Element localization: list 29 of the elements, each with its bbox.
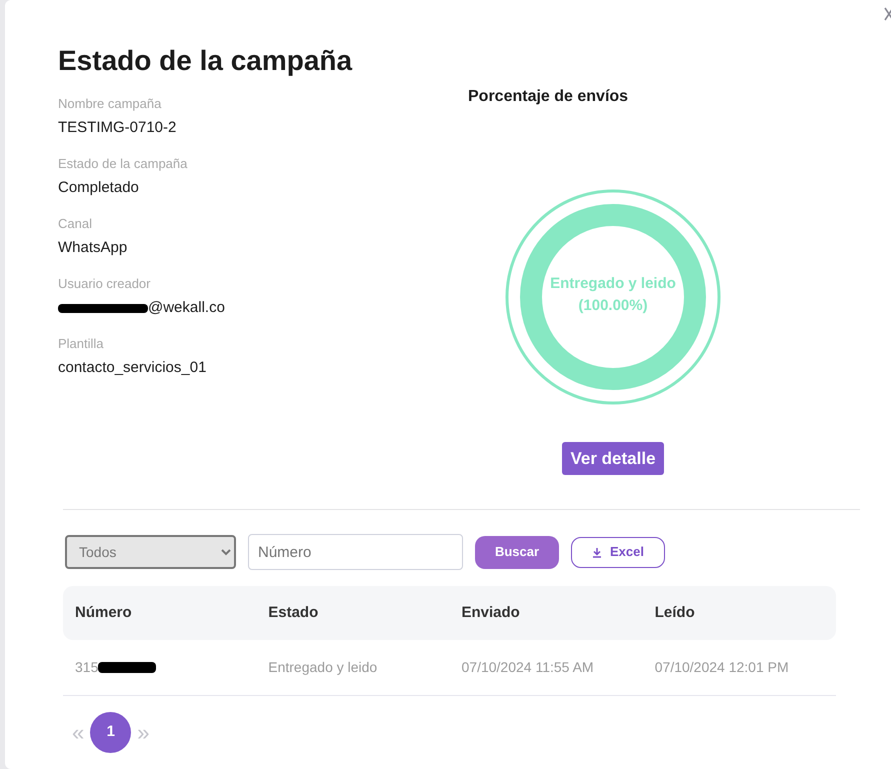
chart-title: Porcentaje de envíos [468, 86, 628, 107]
modal-title: Estado de la campaña [58, 44, 354, 78]
table-cell-text: 07/10/2024 12:01 PM [654, 658, 789, 678]
column-header: Estado [268, 604, 318, 622]
search-button[interactable]: Buscar [475, 536, 559, 569]
table-cell-text: 315 [75, 658, 98, 678]
filter-select[interactable]: Todos [65, 535, 236, 570]
field-label: Nombre campaña [58, 94, 162, 113]
search-field[interactable]: Número [248, 534, 463, 570]
column-header: Leído [654, 604, 695, 622]
field-value: contacto_servicios_01 [58, 358, 206, 378]
table-cell-text: 07/10/2024 11:55 AM [462, 658, 594, 678]
field-label: Canal [58, 214, 93, 233]
column-header: Número [75, 604, 132, 622]
excel-button[interactable]: Excel [571, 536, 665, 568]
field-value: @wekall.co [148, 298, 225, 318]
field-label: Plantilla [58, 334, 105, 353]
field-label: Usuario creador [58, 274, 152, 293]
download-icon [592, 546, 602, 558]
field-value: WhatsApp [58, 238, 128, 258]
column-header: Enviado [462, 604, 520, 622]
field-value: TESTIMG-0710-2 [58, 118, 176, 138]
field-value: Completado [58, 178, 139, 198]
detail-button[interactable]: Ver detalle [562, 442, 664, 476]
page-button[interactable]: 1 [90, 712, 132, 754]
chart-center-value: (100.00%) [577, 296, 649, 316]
field-label: Estado de la campaña [58, 154, 188, 173]
table-cell-text: Entregado y leido [268, 658, 378, 678]
chart-center-label: Entregado y leido [549, 274, 677, 294]
